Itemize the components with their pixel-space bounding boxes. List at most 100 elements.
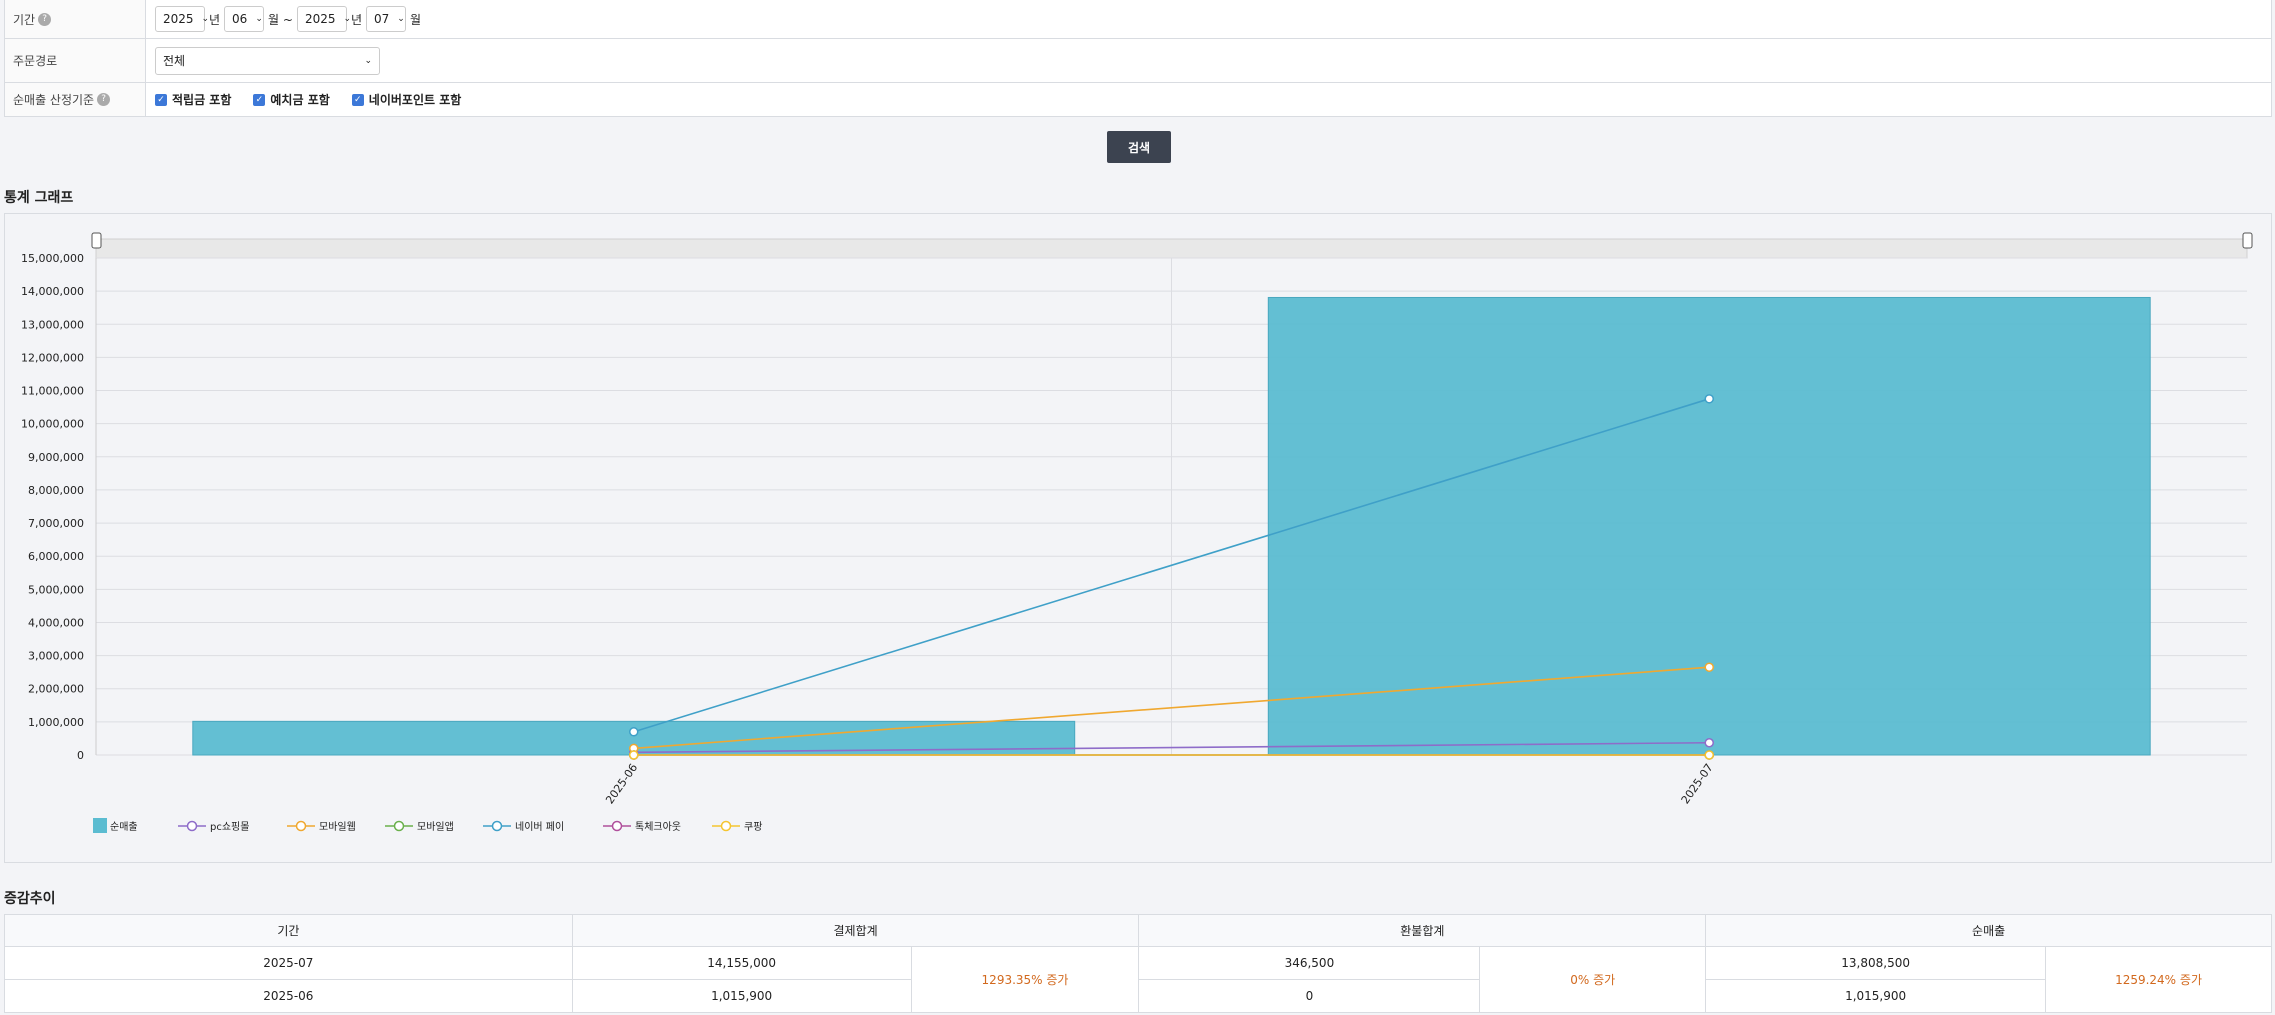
payment-change: 1293.35% 증가 [910,946,1140,1013]
channel-select[interactable]: 전체 ⌄ [155,46,380,75]
header-payment: 결제합계 [571,914,1140,947]
legend-label: 쿠팡 [744,821,762,833]
data-point [1704,662,1714,672]
legend-marker [186,820,198,832]
refund-change: 0% 증가 [1479,946,1707,1013]
checkbox-label: 네이버포인트 포함 [368,93,462,107]
bar-net-sales [1267,296,2151,756]
legend-label: 톡체크아웃 [635,821,681,833]
cell-refund: 346,500 [1138,946,1481,980]
month-unit: 월 [410,12,422,27]
legend-swatch [93,818,107,833]
cell-net: 1,015,900 [1705,979,2047,1013]
data-point [629,727,639,737]
checkbox-checked-icon[interactable]: ✓ [253,93,266,106]
channel-value: 전체 [163,54,186,68]
cell-period: 2025-06 [4,979,573,1013]
slider-handle[interactable] [91,232,102,249]
y-tick-label: 13,000,000 [21,318,84,331]
month-unit: 월 ~ [268,12,293,27]
y-tick-label: 5,000,000 [28,583,84,596]
chevron-down-icon: ⌄ [255,14,263,24]
checkbox-label: 예치금 포함 [270,93,330,107]
cell-period: 2025-07 [4,946,573,980]
search-filter: 기간? 2025 ⌄ 년 06 ⌄ 월 ~ 2025 ⌄ 년 07 ⌄ 월 주문경로 전… [4,0,2272,117]
criteria-label: 순매출 산정기준? [5,83,146,116]
legend-marker [491,820,503,832]
channel-label: 주문경로 [5,39,146,82]
stats-chart: 0 1,000,000 2,000,000 3,000,000 4,000,000 5,0… [21,232,2253,833]
to-year-select[interactable]: 2025 ⌄ [296,6,351,32]
criteria-label-text: 순매출 산정기준 [13,93,95,107]
checkbox-label: 적립금 포함 [172,93,232,107]
net-change: 1259.24% 증가 [2045,946,2272,1013]
chevron-down-icon: ⌄ [397,14,405,24]
cell-payment: 14,155,000 [571,946,912,980]
search-button[interactable]: 검색 [1107,131,1171,163]
legend-label: 모바일웹 [319,821,356,833]
to-month-select[interactable]: 07 ⌄ [366,6,407,32]
y-tick-label: 0 [77,749,84,762]
y-tick-label: 9,000,000 [28,451,84,464]
chart-title: 통계 그래프 [4,190,74,206]
trend-table: 기간 결제합계 환불합계 순매출 2025-07 14,155,000 1293… [4,914,2272,1013]
legend-marker [611,820,623,832]
y-tick-label: 6,000,000 [28,550,84,563]
table-title: 증감추이 [4,891,56,907]
y-tick-label: 10,000,000 [21,418,84,431]
data-point [1704,394,1714,404]
y-tick-label: 1,000,000 [28,716,84,729]
y-tick-label: 12,000,000 [21,351,84,364]
from-month-value: 06 [232,12,248,26]
y-tick-label: 14,000,000 [21,285,84,298]
filter-row-period: 기간? 2025 ⌄ 년 06 ⌄ 월 ~ 2025 ⌄ 년 07 ⌄ 월 [5,0,2271,39]
checkbox-checked-icon[interactable]: ✓ [351,93,364,106]
cell-refund: 0 [1138,979,1481,1013]
year-unit: 년 [350,12,363,27]
filter-row-criteria: 순매출 산정기준? ✓ 적립금 포함 ✓ 예치금 포함 ✓ 네이버포인트 포함 [5,83,2271,116]
x-tick-label: 2025-06 [603,761,640,806]
header-period: 기간 [4,914,573,947]
x-tick-label: 2025-07 [1679,761,1716,806]
period-label: 기간? [5,0,146,38]
table-row: 2025-07 14,155,000 1293.35% 증가 346,500 0… [4,946,2272,1013]
legend-label: pc쇼핑몰 [210,821,249,833]
table-header: 기간 결제합계 환불합계 순매출 [4,914,2272,947]
y-tick-label: 8,000,000 [28,484,84,497]
legend-label: 네이버 페이 [515,821,564,833]
y-tick-label: 7,000,000 [28,517,84,530]
checkbox-deposit[interactable]: ✓ 예치금 포함 [253,91,330,108]
checkbox-checked-icon[interactable]: ✓ [155,93,167,106]
to-year-value: 2025 [304,12,336,26]
period-label-text: 기간 [13,12,36,27]
legend-label: 순매출 [110,821,138,833]
chevron-down-icon: ⌄ [364,55,372,66]
chart-container: 0 1,000,000 2,000,000 3,000,000 4,000,000 5,0… [4,213,2272,863]
from-month-select[interactable]: 06 ⌄ [224,6,265,32]
help-icon[interactable]: ? [97,93,111,106]
legend-marker [295,820,307,832]
slider-handle[interactable] [2242,232,2253,249]
checkbox-points[interactable]: ✓ 적립금 포함 [155,91,231,108]
y-tick-label: 11,000,000 [21,385,84,398]
y-tick-label: 3,000,000 [28,650,84,663]
checkbox-naver-points[interactable]: ✓ 네이버포인트 포함 [351,91,462,108]
data-point [1704,750,1714,760]
to-month-value: 07 [374,12,390,26]
chevron-down-icon: ⌄ [343,14,352,24]
from-year-value: 2025 [163,12,194,26]
y-tick-label: 15,000,000 [21,252,84,265]
legend-marker [393,820,405,832]
filter-row-channel: 주문경로 전체 ⌄ [5,39,2271,83]
from-year-select[interactable]: 2025 ⌄ [155,6,209,32]
header-refund: 환불합계 [1138,914,1707,947]
data-point [1704,737,1714,748]
range-slider[interactable] [95,238,2248,259]
year-unit: 년 [209,12,221,27]
help-icon[interactable]: ? [38,12,52,26]
header-net: 순매출 [1705,914,2272,947]
y-tick-label: 4,000,000 [28,616,84,629]
cell-net: 13,808,500 [1705,946,2047,980]
legend-label: 모바일앱 [417,821,454,833]
chevron-down-icon: ⌄ [201,14,210,24]
